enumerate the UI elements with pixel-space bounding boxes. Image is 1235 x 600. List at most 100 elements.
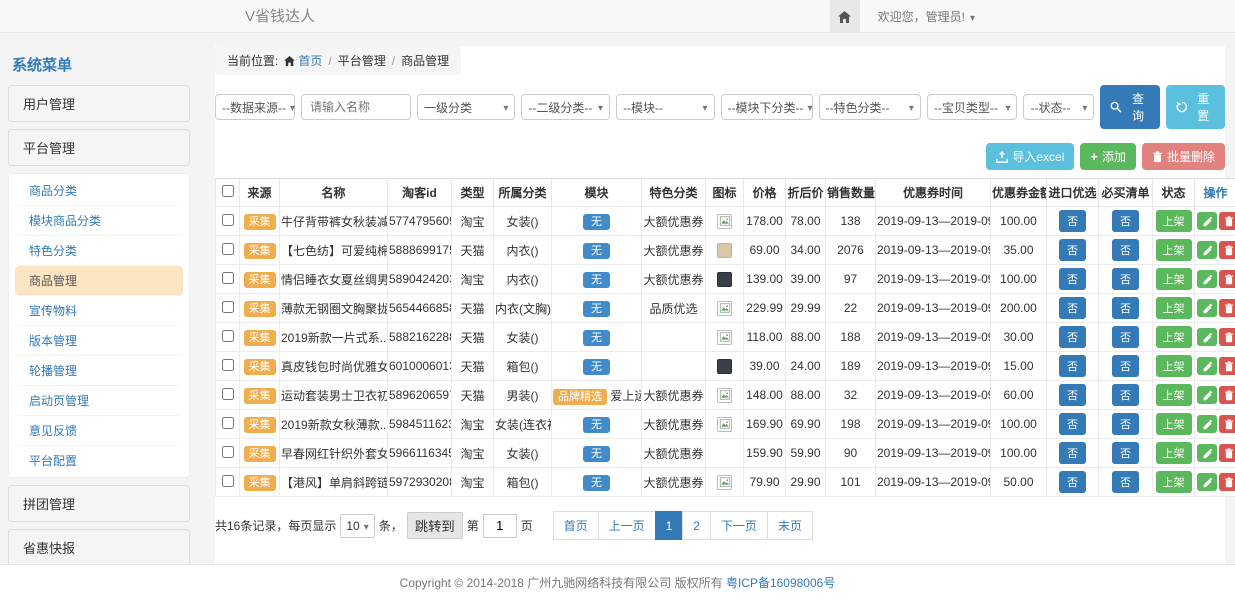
page-button-末页[interactable]: 末页: [767, 511, 813, 540]
user-menu[interactable]: 欢迎您，管理员!: [878, 8, 975, 25]
delete-button[interactable]: [1219, 357, 1235, 375]
sidebar-item-意见反馈[interactable]: 意见反馈: [15, 416, 183, 446]
filter-select-宝贝类型[interactable]: --宝贝类型--: [927, 94, 1018, 120]
batch-delete-button[interactable]: 批量删除: [1142, 143, 1225, 170]
edit-button[interactable]: [1197, 357, 1217, 375]
row-checkbox[interactable]: [222, 446, 234, 458]
icp-link[interactable]: 粤ICP备16098006号: [726, 574, 835, 591]
imported-toggle-button[interactable]: 否: [1059, 268, 1086, 290]
must-buy-toggle-button[interactable]: 否: [1112, 326, 1139, 348]
sidebar-item-宣传物料[interactable]: 宣传物料: [15, 296, 183, 326]
breadcrumb-item[interactable]: 平台管理: [338, 52, 386, 69]
filter-select-数据来源[interactable]: --数据来源--: [215, 94, 295, 120]
status-button[interactable]: 上架: [1156, 326, 1192, 348]
row-checkbox[interactable]: [222, 388, 234, 400]
jump-button[interactable]: 跳转到: [407, 512, 463, 539]
delete-button[interactable]: [1219, 444, 1235, 462]
sidebar-item-模块商品分类[interactable]: 模块商品分类: [15, 206, 183, 236]
status-button[interactable]: 上架: [1156, 442, 1192, 464]
filter-select-二级分类[interactable]: --二级分类--: [521, 94, 610, 120]
delete-button[interactable]: [1219, 212, 1235, 230]
must-buy-toggle-button[interactable]: 否: [1112, 268, 1139, 290]
reset-button[interactable]: 重置: [1166, 85, 1225, 129]
sidebar-item-平台配置[interactable]: 平台配置: [15, 446, 183, 475]
must-buy-toggle-button[interactable]: 否: [1112, 297, 1139, 319]
edit-button[interactable]: [1197, 415, 1217, 433]
row-checkbox[interactable]: [222, 243, 234, 255]
delete-button[interactable]: [1219, 386, 1235, 404]
sidebar-group-平台管理[interactable]: 平台管理: [8, 129, 190, 166]
delete-button[interactable]: [1219, 415, 1235, 433]
edit-button[interactable]: [1197, 270, 1217, 288]
sidebar-item-商品管理[interactable]: 商品管理: [15, 266, 183, 296]
row-checkbox[interactable]: [222, 272, 234, 284]
filter-select-模块[interactable]: --模块--: [616, 94, 714, 120]
row-checkbox[interactable]: [222, 301, 234, 313]
status-button[interactable]: 上架: [1156, 268, 1192, 290]
row-checkbox[interactable]: [222, 330, 234, 342]
filter-select-特色分类[interactable]: --特色分类--: [819, 94, 921, 120]
edit-button[interactable]: [1197, 386, 1217, 404]
delete-button[interactable]: [1219, 328, 1235, 346]
sidebar-item-轮播管理[interactable]: 轮播管理: [15, 356, 183, 386]
status-button[interactable]: 上架: [1156, 239, 1192, 261]
filter-select-模块下分类[interactable]: --模块下分类--: [721, 94, 813, 120]
add-button[interactable]: 添加: [1080, 143, 1136, 170]
must-buy-toggle-button[interactable]: 否: [1112, 471, 1139, 493]
sidebar-group-用户管理[interactable]: 用户管理: [8, 85, 190, 122]
filter-select-状态[interactable]: --状态--: [1023, 94, 1094, 120]
delete-button[interactable]: [1219, 241, 1235, 259]
imported-toggle-button[interactable]: 否: [1059, 471, 1086, 493]
must-buy-toggle-button[interactable]: 否: [1112, 239, 1139, 261]
home-button[interactable]: [830, 0, 860, 33]
imported-toggle-button[interactable]: 否: [1059, 413, 1086, 435]
row-checkbox[interactable]: [222, 359, 234, 371]
name-search-input[interactable]: [301, 94, 411, 120]
imported-toggle-button[interactable]: 否: [1059, 384, 1086, 406]
select-all-checkbox[interactable]: [222, 185, 234, 197]
row-checkbox[interactable]: [222, 475, 234, 487]
edit-button[interactable]: [1197, 473, 1217, 491]
must-buy-toggle-button[interactable]: 否: [1112, 384, 1139, 406]
imported-toggle-button[interactable]: 否: [1059, 442, 1086, 464]
row-checkbox[interactable]: [222, 214, 234, 226]
page-button-2[interactable]: 2: [682, 511, 711, 540]
imported-toggle-button[interactable]: 否: [1059, 239, 1086, 261]
edit-button[interactable]: [1197, 241, 1217, 259]
edit-button[interactable]: [1197, 299, 1217, 317]
imported-toggle-button[interactable]: 否: [1059, 326, 1086, 348]
delete-button[interactable]: [1219, 270, 1235, 288]
sidebar-group-省惠快报[interactable]: 省惠快报: [8, 529, 190, 566]
status-button[interactable]: 上架: [1156, 210, 1192, 232]
page-button-下一页[interactable]: 下一页: [710, 511, 768, 540]
search-button[interactable]: 查询: [1100, 85, 1159, 129]
must-buy-toggle-button[interactable]: 否: [1112, 413, 1139, 435]
must-buy-toggle-button[interactable]: 否: [1112, 442, 1139, 464]
filter-select-一级分类[interactable]: 一级分类: [417, 94, 515, 120]
edit-button[interactable]: [1197, 212, 1217, 230]
status-button[interactable]: 上架: [1156, 355, 1192, 377]
edit-button[interactable]: [1197, 328, 1217, 346]
breadcrumb-home-link[interactable]: 首页: [284, 52, 322, 69]
delete-button[interactable]: [1219, 299, 1235, 317]
row-checkbox[interactable]: [222, 417, 234, 429]
page-button-上一页[interactable]: 上一页: [598, 511, 656, 540]
import-excel-button[interactable]: 导入excel: [986, 143, 1074, 170]
imported-toggle-button[interactable]: 否: [1059, 297, 1086, 319]
page-number-input[interactable]: [483, 514, 517, 538]
must-buy-toggle-button[interactable]: 否: [1112, 210, 1139, 232]
edit-button[interactable]: [1197, 444, 1217, 462]
status-button[interactable]: 上架: [1156, 471, 1192, 493]
imported-toggle-button[interactable]: 否: [1059, 355, 1086, 377]
status-button[interactable]: 上架: [1156, 297, 1192, 319]
per-page-select[interactable]: 10: [340, 514, 374, 538]
sidebar-item-启动页管理[interactable]: 启动页管理: [15, 386, 183, 416]
sidebar-group-拼团管理[interactable]: 拼团管理: [8, 485, 190, 522]
sidebar-item-版本管理[interactable]: 版本管理: [15, 326, 183, 356]
sidebar-item-特色分类[interactable]: 特色分类: [15, 236, 183, 266]
page-button-首页[interactable]: 首页: [553, 511, 599, 540]
delete-button[interactable]: [1219, 473, 1235, 491]
must-buy-toggle-button[interactable]: 否: [1112, 355, 1139, 377]
status-button[interactable]: 上架: [1156, 413, 1192, 435]
page-button-1[interactable]: 1: [655, 511, 684, 540]
